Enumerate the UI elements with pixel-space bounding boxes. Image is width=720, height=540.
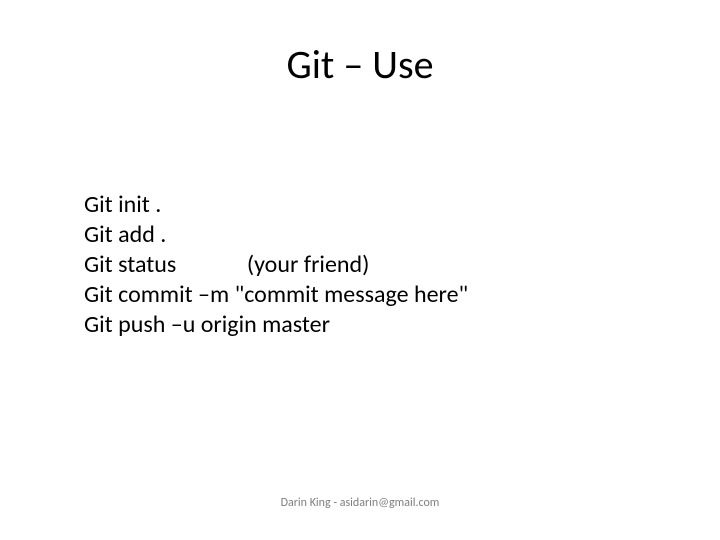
code-line: Git push –u origin master xyxy=(84,310,644,340)
code-line: Git status (your friend) xyxy=(84,250,644,280)
slide-title: Git – Use xyxy=(0,40,720,89)
slide: Git – Use Git init . Git add . Git statu… xyxy=(0,0,720,540)
code-line: Git commit –m "commit message here" xyxy=(84,280,644,310)
slide-footer: Darin King - asidarin@gmail.com xyxy=(0,496,720,510)
slide-body: Git init . Git add . Git status (your fr… xyxy=(84,190,644,340)
code-line: Git add . xyxy=(84,220,644,250)
code-line: Git init . xyxy=(84,190,644,220)
